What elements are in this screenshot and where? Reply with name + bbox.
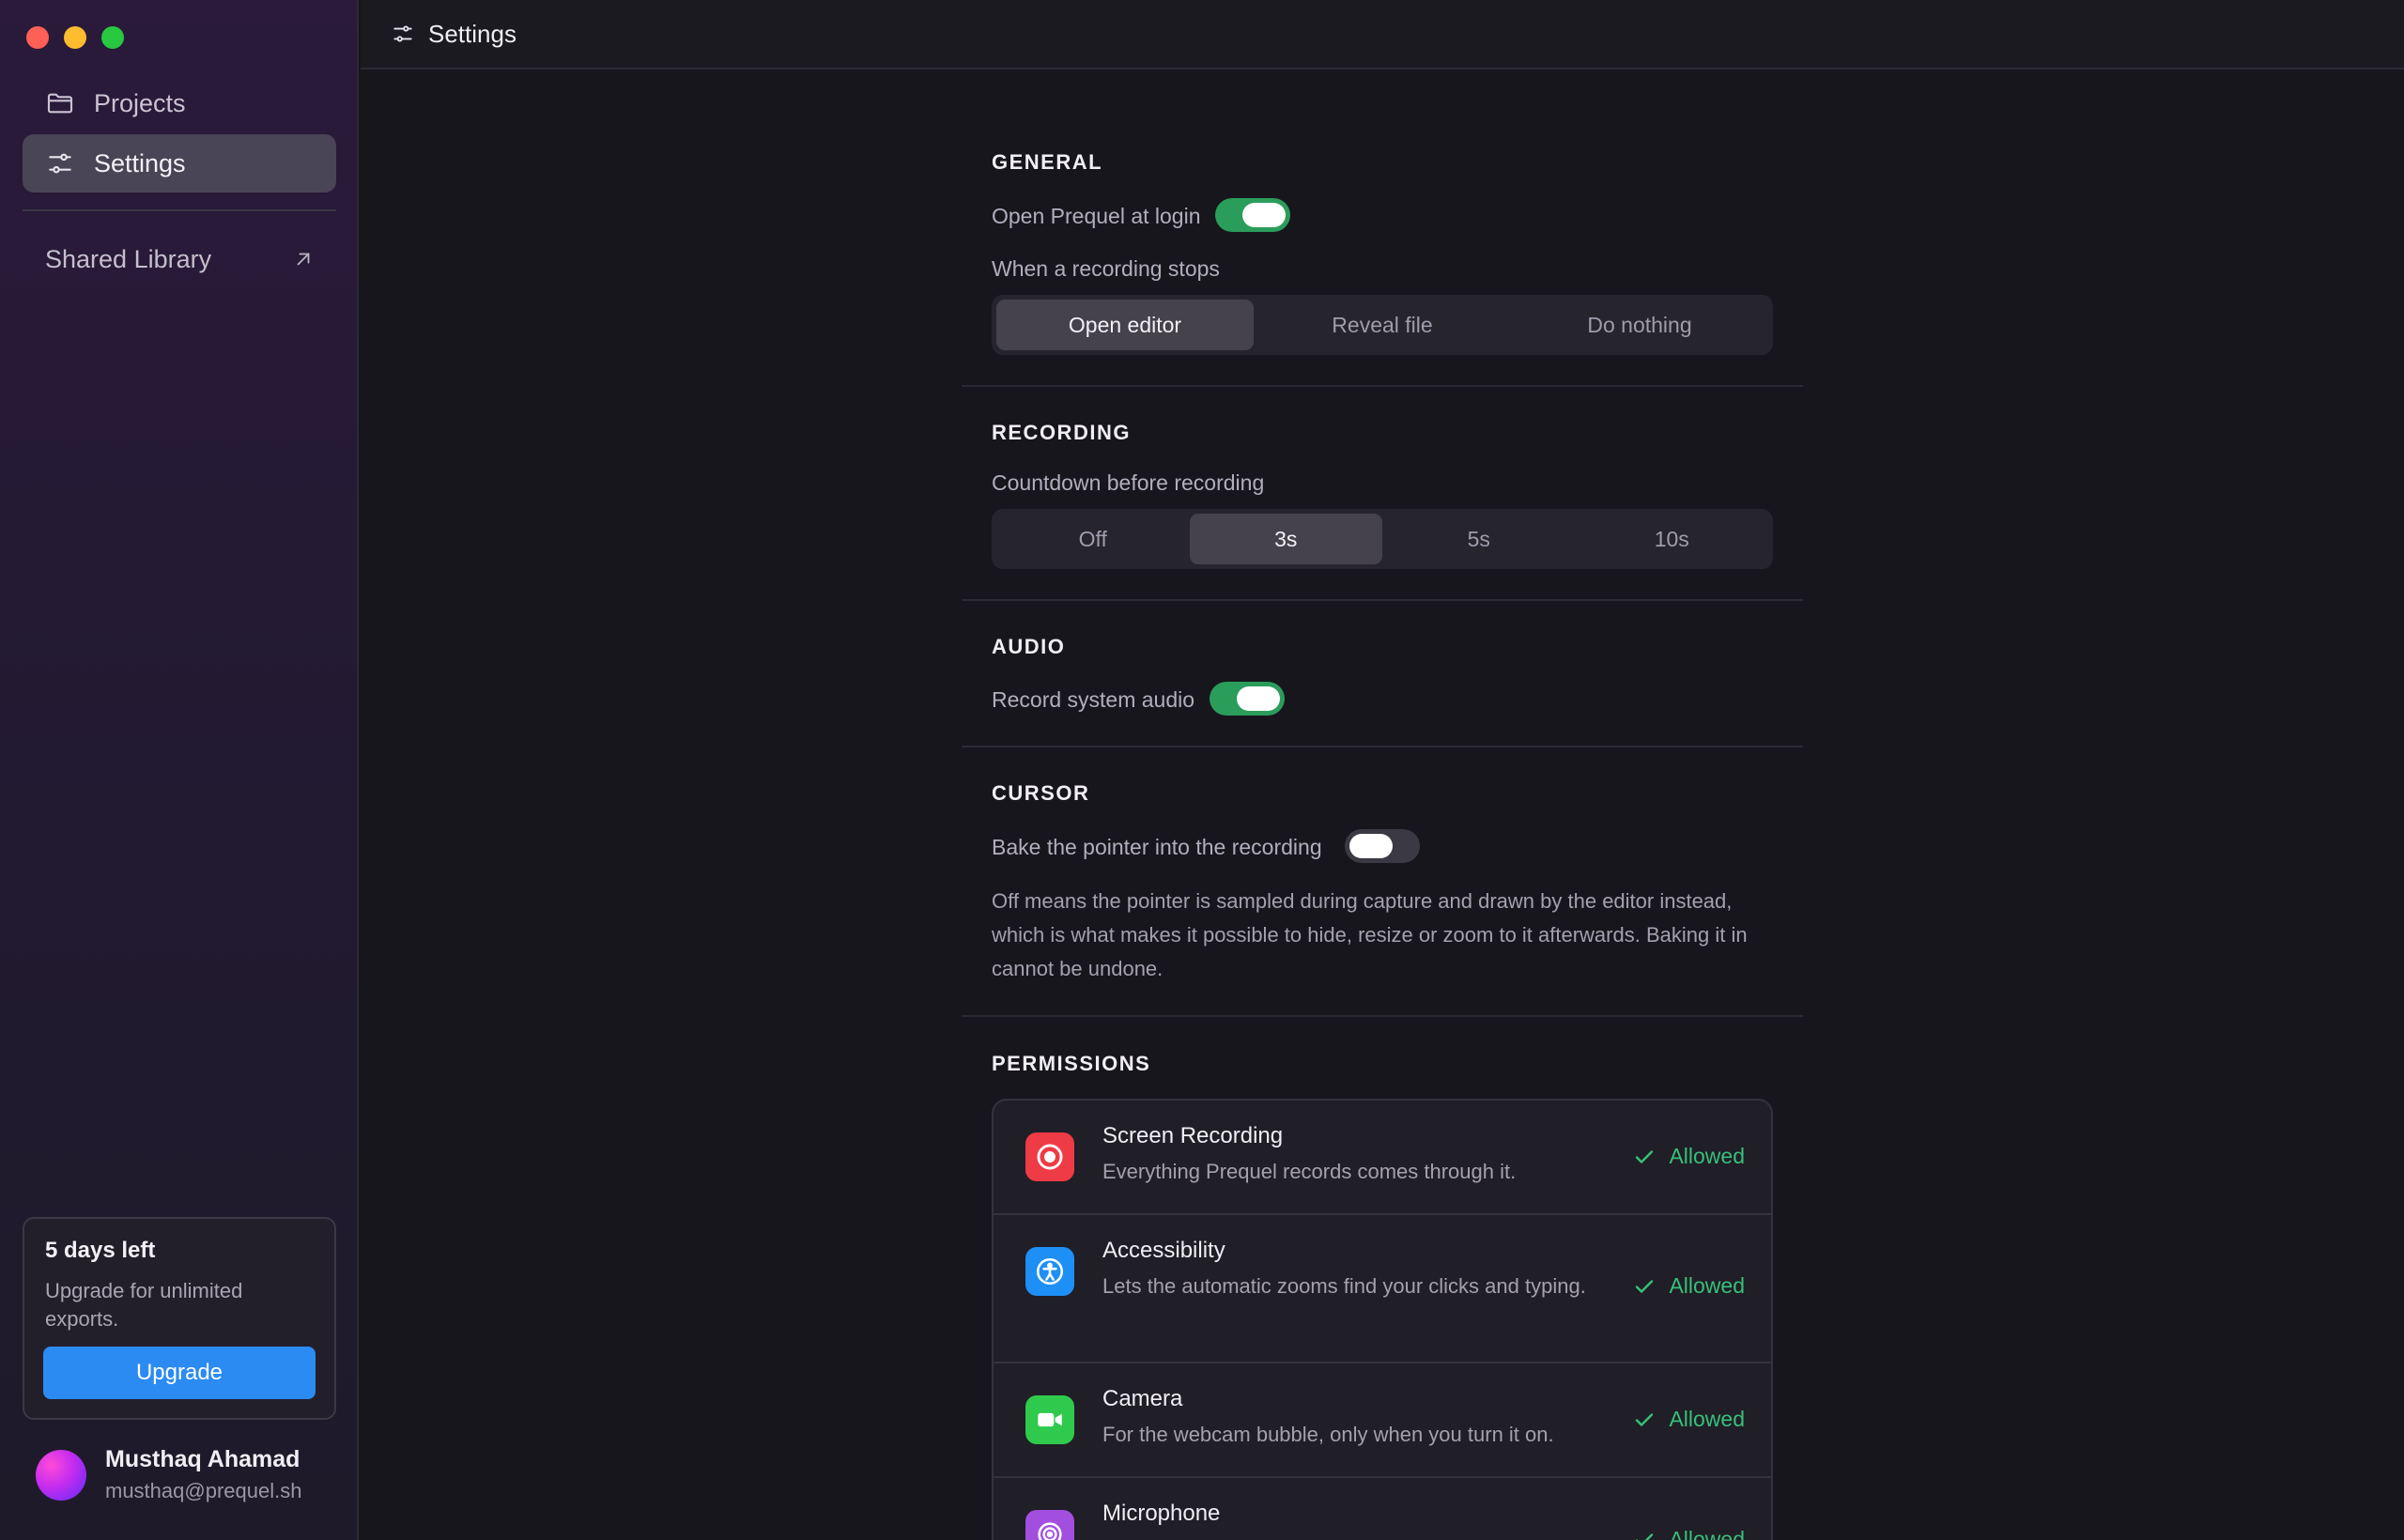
status-label: Allowed xyxy=(1669,1407,1745,1431)
permissions-list: Screen Recording Everything Prequel reco… xyxy=(992,1099,1773,1540)
section-heading-general: GENERAL xyxy=(992,150,1103,174)
shared-library-link[interactable]: Shared Library xyxy=(45,240,314,278)
open-at-login-label: Open Prequel at login xyxy=(992,204,1201,228)
option-5s[interactable]: 5s xyxy=(1382,514,1576,564)
permission-status: Allowed xyxy=(1633,1407,1745,1432)
checkmark-icon xyxy=(1636,1532,1654,1540)
section-heading-permissions: PERMISSIONS xyxy=(992,1052,1151,1075)
recording-stops-label: When a recording stops xyxy=(992,256,1220,281)
folder-icon xyxy=(47,93,73,114)
user-name: Musthaq Ahamad xyxy=(105,1446,300,1472)
checkmark-icon xyxy=(1636,1412,1654,1426)
trial-title: 5 days left xyxy=(45,1238,156,1263)
sliders-icon xyxy=(49,153,71,174)
section-divider xyxy=(962,1015,1803,1017)
permission-title: Camera xyxy=(1102,1386,1183,1411)
bake-pointer-label: Bake the pointer into the recording xyxy=(992,835,1322,859)
permission-description: Everything Prequel records comes through… xyxy=(1102,1160,1517,1183)
bake-pointer-toggle[interactable] xyxy=(1345,829,1420,863)
user-profile[interactable]: Musthaq Ahamad musthaq@prequel.sh xyxy=(36,1446,301,1503)
avatar xyxy=(36,1449,86,1501)
title-bar: Settings xyxy=(361,0,2404,69)
status-label: Allowed xyxy=(1669,1144,1745,1168)
section-heading-recording: RECORDING xyxy=(992,421,1131,444)
microphone-icon xyxy=(1025,1510,1074,1540)
section-divider xyxy=(962,385,1803,387)
recording-stops-segmented-control: Open editor Reveal file Do nothing xyxy=(992,295,1773,355)
window-controls xyxy=(26,26,124,49)
cursor-help-text: Off means the pointer is sampled during … xyxy=(992,889,1748,980)
arrow-up-right-icon xyxy=(297,253,310,266)
toggle-knob xyxy=(1242,203,1286,227)
trial-text: Upgrade for unlimited exports. xyxy=(45,1279,243,1331)
permission-description: Lets the automatic zooms find your click… xyxy=(1102,1274,1586,1298)
section-heading-audio: AUDIO xyxy=(992,635,1066,658)
sliders-icon xyxy=(393,25,412,42)
close-window-button[interactable] xyxy=(26,26,49,49)
permission-status: Allowed xyxy=(1633,1527,1745,1540)
zoom-window-button[interactable] xyxy=(101,26,124,49)
upgrade-button[interactable]: Upgrade xyxy=(43,1347,316,1399)
page-title: Settings xyxy=(428,19,516,48)
user-email: musthaq@prequel.sh xyxy=(105,1479,302,1502)
checkmark-icon xyxy=(1636,1149,1654,1163)
camera-icon xyxy=(1025,1395,1074,1444)
option-reveal-file[interactable]: Reveal file xyxy=(1254,300,1511,350)
toggle-knob xyxy=(1349,834,1393,858)
option-open-editor[interactable]: Open editor xyxy=(996,300,1254,350)
option-10s[interactable]: 10s xyxy=(1576,514,1769,564)
permission-description: For the webcam bubble, only when you tur… xyxy=(1102,1423,1554,1446)
sidebar-item-label: Projects xyxy=(94,88,186,117)
toggle-knob xyxy=(1237,686,1280,711)
system-audio-label: Record system audio xyxy=(992,687,1195,712)
status-label: Allowed xyxy=(1669,1273,1745,1298)
checkmark-icon xyxy=(1636,1279,1654,1293)
sidebar-item-projects[interactable]: Projects xyxy=(23,74,336,132)
sidebar-item-settings[interactable]: Settings xyxy=(23,134,336,192)
permission-title: Screen Recording xyxy=(1102,1123,1284,1148)
permission-row-accessibility: Accessibility Lets the automatic zooms f… xyxy=(994,1215,1771,1363)
status-label: Allowed xyxy=(1669,1527,1745,1540)
open-at-login-toggle[interactable] xyxy=(1215,198,1290,232)
section-divider xyxy=(962,746,1803,747)
record-icon xyxy=(1025,1132,1074,1181)
section-heading-cursor: CURSOR xyxy=(992,781,1090,805)
sidebar: Projects Settings Shared Library 5 days … xyxy=(0,0,359,1540)
option-3s[interactable]: 3s xyxy=(1189,514,1382,564)
countdown-label: Countdown before recording xyxy=(992,470,1265,495)
minimize-window-button[interactable] xyxy=(64,26,86,49)
trial-card: 5 days left Upgrade for unlimited export… xyxy=(23,1217,336,1420)
sidebar-item-label: Settings xyxy=(94,148,186,177)
permission-title: Accessibility xyxy=(1102,1238,1225,1263)
permission-status: Allowed xyxy=(1633,1273,1745,1299)
option-do-nothing[interactable]: Do nothing xyxy=(1511,300,1768,350)
option-off[interactable]: Off xyxy=(996,514,1190,564)
permission-title: Microphone xyxy=(1102,1501,1221,1526)
shared-library-label: Shared Library xyxy=(45,244,212,273)
system-audio-toggle[interactable] xyxy=(1210,682,1285,716)
permission-status: Allowed xyxy=(1633,1144,1745,1169)
section-divider xyxy=(962,599,1803,601)
countdown-segmented-control: Off 3s 5s 10s xyxy=(992,509,1773,569)
permission-row-camera: Camera For the webcam bubble, only when … xyxy=(994,1363,1771,1478)
sidebar-divider xyxy=(23,209,336,211)
accessibility-icon xyxy=(1025,1247,1074,1296)
permission-row-screen-recording: Screen Recording Everything Prequel reco… xyxy=(994,1101,1771,1215)
permission-row-microphone: Microphone Allowed xyxy=(994,1478,1771,1540)
